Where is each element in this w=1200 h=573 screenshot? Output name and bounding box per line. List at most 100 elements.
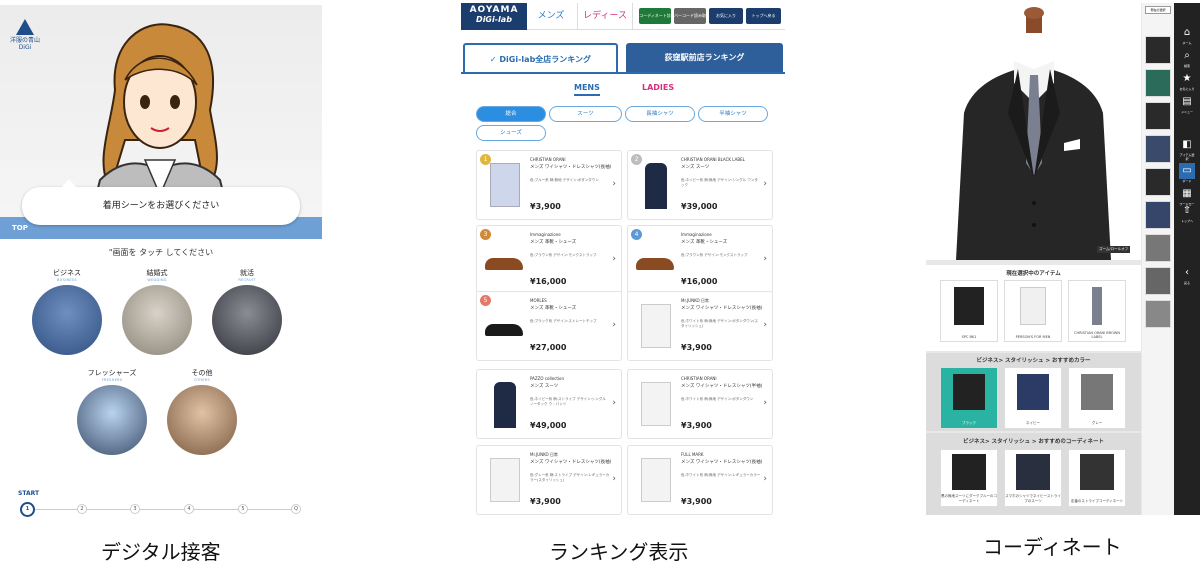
- chevron-right-icon[interactable]: ›: [763, 254, 767, 264]
- product-price: ¥39,000: [681, 202, 718, 211]
- product-card[interactable]: FULL MARK メンズ ワイシャツ・ドレスシャツ(長袖) 色:ホワイト系 柄:無…: [627, 445, 773, 515]
- coordinate-option[interactable]: スマホのシャツでネイビーストライプのスーツ: [1004, 449, 1062, 507]
- thumbnail-item[interactable]: [1145, 300, 1171, 328]
- product-name: メンズ スーツ: [681, 165, 710, 170]
- item-select-icon[interactable]: ◧ アイテム選択: [1179, 137, 1195, 161]
- chip-shoes[interactable]: シューズ: [476, 125, 546, 141]
- item-label: 黒の無地スーツにダークブルーのコーディネート: [941, 494, 997, 503]
- ranking-panel: AOYAMA DiGi-lab メンズ レディース コーディネート診断 バーコー…: [461, 3, 785, 523]
- mannequin-suit-image: [926, 3, 1141, 260]
- chevron-right-icon[interactable]: ›: [763, 398, 767, 408]
- tab-store-ranking[interactable]: 荻窪駅前店ランキング: [626, 43, 783, 73]
- chevron-right-icon[interactable]: ›: [612, 320, 616, 330]
- thumbnail-item[interactable]: [1145, 102, 1171, 130]
- coordinate-option[interactable]: 黒の無地スーツにダークブルーのコーディネート: [940, 449, 998, 507]
- product-price: ¥49,000: [530, 421, 567, 430]
- product-spec: 色:グレー系 柄:ストライプ デザイン:レギュラーカラー(スタイリッシュ): [530, 473, 610, 482]
- nav-ladies[interactable]: レディース: [577, 3, 633, 30]
- barcode-button[interactable]: バーコード読み取り: [674, 8, 706, 34]
- product-card[interactable]: Mr.JUNKO 日常 メンズ ワイシャツ・ドレスシャツ(長袖) 色:ホワイト系 柄…: [627, 291, 773, 361]
- board-icon[interactable]: ▭ ボード: [1179, 163, 1195, 183]
- product-card[interactable]: 1 CHRISTIAN ORANI メンズ ワイシャツ・ドレスシャツ(長袖) 色:ブル…: [476, 150, 622, 220]
- product-card[interactable]: Mr.JUNKO 日常 メンズ ワイシャツ・ドレスシャツ(長袖) 色:グレー系 柄:…: [476, 445, 622, 515]
- product-brand: MORLES: [530, 298, 547, 303]
- logo-icon: [16, 19, 34, 35]
- chevron-right-icon[interactable]: ›: [612, 398, 616, 408]
- product-brand: Mr.JUNKO 日常: [530, 452, 558, 457]
- chevron-right-icon[interactable]: ›: [612, 254, 616, 264]
- scene-recruit[interactable]: 就活 RECRUIT: [211, 268, 283, 355]
- logo: 洋服の青山 DiGi: [10, 19, 40, 51]
- thumbnail-item[interactable]: [1145, 36, 1171, 64]
- gender-mens[interactable]: MENS: [574, 83, 600, 96]
- wardrobe-icon[interactable]: ▦ ワードローブ: [1179, 186, 1195, 210]
- item-label: ネイビー: [1026, 421, 1040, 425]
- brand-logo[interactable]: AOYAMA DiGi-lab: [461, 3, 527, 30]
- product-price: ¥16,000: [530, 277, 567, 286]
- top-label[interactable]: TOP: [12, 224, 28, 232]
- chip-long-sleeve[interactable]: 長袖シャツ: [625, 106, 695, 122]
- step-2[interactable]: 2: [77, 504, 87, 514]
- chevron-right-icon[interactable]: ›: [612, 179, 616, 189]
- product-card[interactable]: CHRISTIAN ORANI メンズ ワイシャツ・ドレスシャツ(半袖) 色:ホワイ…: [627, 369, 773, 439]
- step-1[interactable]: 1: [20, 502, 35, 517]
- speech-bubble: 着用シーンをお選びください: [22, 179, 300, 225]
- scene-label: フレッシャーズ: [87, 369, 137, 377]
- chip-short-sleeve[interactable]: 半袖シャツ: [698, 106, 768, 122]
- tab-all-store-ranking[interactable]: ✓ DiGi-lab全店ランキング: [463, 43, 618, 73]
- product-price: ¥3,900: [681, 497, 712, 506]
- thumbnail-item[interactable]: [1145, 135, 1171, 163]
- scene-freshers[interactable]: フレッシャーズ FRESHERS: [76, 368, 148, 455]
- product-card[interactable]: 2 CHRISTIAN ORANI BLACK LABEL メンズ スーツ 色:ネイビ…: [627, 150, 773, 220]
- product-card[interactable]: 5 MORLES メンズ 革靴・シューズ 色:ブラック系 デザイン:ストレートチップ ¥…: [476, 291, 622, 361]
- product-card[interactable]: 4 Immaginazione メンズ 革靴・シューズ 色:ブラウン系 デザイン:モン…: [627, 225, 773, 295]
- current-item-jacket[interactable]: SPC BK1: [940, 280, 998, 342]
- gender-ladies[interactable]: LADIES: [642, 83, 674, 92]
- scene-business[interactable]: ビジネス BUSINESS: [31, 268, 103, 355]
- logo-sub: DiGi: [18, 44, 32, 51]
- menu-icon[interactable]: ▤ メニュー: [1179, 94, 1195, 114]
- thumbnail-item[interactable]: [1145, 234, 1171, 262]
- scene-wedding[interactable]: 結婚式 WEDDING: [121, 268, 193, 355]
- product-brand: CHRISTIAN ORANI: [681, 376, 717, 381]
- chevron-right-icon[interactable]: ›: [763, 320, 767, 330]
- hero-area: 洋服の青山 DiGi TOP 着用シーンをお選びください: [0, 5, 322, 239]
- home-icon[interactable]: ⌂ ホーム: [1179, 25, 1195, 45]
- chip-suits[interactable]: スーツ: [549, 106, 622, 122]
- thumbnail-item[interactable]: [1145, 69, 1171, 97]
- top-button[interactable]: トップへ戻る: [746, 8, 781, 24]
- step-5[interactable]: 5: [238, 504, 248, 514]
- current-item-tie[interactable]: CHRISTIAN ORANI BROWN LABEL: [1068, 280, 1126, 342]
- current-item-shirt[interactable]: PERSON'S FOR MEN: [1004, 280, 1062, 342]
- chevron-right-icon[interactable]: ›: [763, 179, 767, 189]
- color-navy[interactable]: ネイビー: [1004, 367, 1062, 429]
- chevron-right-icon[interactable]: ›: [763, 474, 767, 484]
- step-q[interactable]: Q: [291, 504, 301, 514]
- zoom-badge[interactable]: ズーム/ロールオフ: [1097, 246, 1131, 253]
- coordinate-option[interactable]: 定番のストライプコーディネート: [1068, 449, 1126, 507]
- brand-bottom: DiGi-lab: [476, 15, 512, 24]
- up-arrow-icon[interactable]: ⇧ トップへ: [1179, 203, 1195, 223]
- star-icon[interactable]: ★ お気に入り: [1179, 71, 1195, 91]
- thumbnail-item[interactable]: [1145, 201, 1171, 229]
- thumbnail-item[interactable]: [1145, 267, 1171, 295]
- current-selection-button[interactable]: 現在の選択: [1145, 6, 1171, 14]
- chevron-right-icon[interactable]: ›: [612, 474, 616, 484]
- coordinate-button[interactable]: コーディネート診断: [639, 8, 671, 34]
- scene-others[interactable]: その他 OTHERS: [166, 368, 238, 455]
- step-4[interactable]: 4: [184, 504, 194, 514]
- color-black[interactable]: ブラック: [940, 367, 998, 429]
- product-card[interactable]: PAZZO collection メンズ スーツ 色:ネイビー系 柄:ストライプ デ…: [476, 369, 622, 439]
- item-label: グレー: [1091, 421, 1103, 425]
- thumbnail-item[interactable]: [1145, 168, 1171, 196]
- chip-overall[interactable]: 総合: [476, 106, 546, 122]
- favorites-button[interactable]: お気に入り: [709, 8, 743, 24]
- search-icon[interactable]: ⌕ 検索: [1179, 48, 1195, 68]
- scene-sub: BUSINESS: [57, 278, 77, 282]
- color-gray[interactable]: グレー: [1068, 367, 1126, 429]
- nav-mens[interactable]: メンズ: [531, 3, 571, 30]
- step-3[interactable]: 3: [130, 504, 140, 514]
- product-card[interactable]: 3 Immaginazione メンズ 革靴・シューズ 色:ブラウン系 デザイン:モン…: [476, 225, 622, 295]
- mannequin-view[interactable]: ズーム/ロールオフ: [926, 3, 1141, 260]
- chevron-left-icon[interactable]: ‹ 戻る: [1179, 265, 1195, 285]
